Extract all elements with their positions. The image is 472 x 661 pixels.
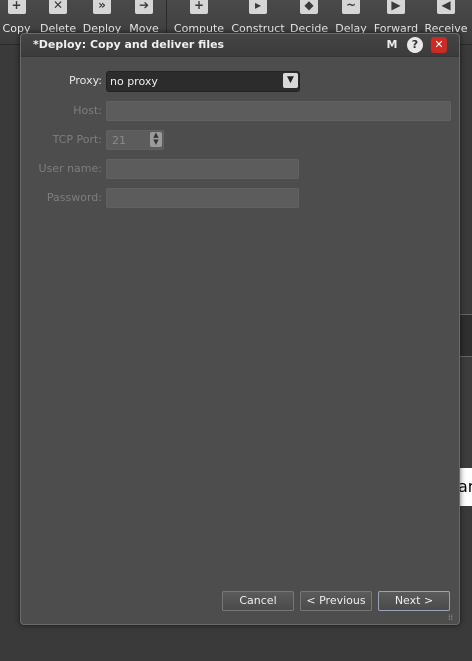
construct-icon: ▸ [249, 0, 267, 14]
proxy-row: Proxy: no proxy ▼ [21, 71, 459, 92]
password-label: Password: [46, 191, 102, 204]
tcp-port-value: 21 [112, 134, 126, 147]
previous-button[interactable]: < Previous [300, 591, 372, 611]
proxy-value: no proxy [110, 75, 158, 88]
deploy-icon: » [93, 0, 111, 14]
tcp-port-stepper[interactable]: 21 ▲ ▼ [106, 130, 164, 150]
minimize-button[interactable]: M [384, 37, 400, 53]
delay-icon: ~ [342, 0, 360, 14]
user-name-row: User name: [21, 159, 459, 179]
spin-arrows-icon[interactable]: ▲ ▼ [150, 132, 162, 147]
proxy-label: Proxy: [68, 74, 102, 87]
decide-icon: ◆ [300, 0, 318, 14]
copy-icon: + [7, 0, 26, 14]
dialog-titlebar[interactable]: *Deploy: Copy and deliver files M ? ✕ [21, 34, 459, 57]
background-pane-text: an [458, 468, 472, 506]
delete-icon: ✕ [49, 0, 67, 14]
move-icon: ➔ [135, 0, 153, 14]
dialog-title: *Deploy: Copy and deliver files [33, 38, 225, 51]
password-row: Password: [21, 188, 459, 208]
background-pane [458, 356, 472, 469]
user-name-label: User name: [38, 162, 102, 175]
resize-grip-icon[interactable]: ⁞⁞ [448, 613, 457, 622]
close-button[interactable]: ✕ [431, 37, 447, 53]
forward-icon: ▶ [387, 0, 405, 14]
next-button[interactable]: Next > [378, 591, 450, 611]
host-field[interactable] [106, 101, 451, 121]
host-label: Host: [73, 104, 102, 117]
password-field[interactable] [106, 188, 299, 208]
background-pane-header [458, 314, 472, 357]
host-row: Host: [21, 101, 459, 121]
tcp-port-label: TCP Port: [52, 133, 102, 146]
user-name-field[interactable] [106, 159, 299, 179]
deploy-dialog: *Deploy: Copy and deliver files M ? ✕ Pr… [20, 33, 460, 625]
proxy-select[interactable]: no proxy ▼ [106, 71, 300, 92]
compute-icon: + [190, 0, 208, 14]
chevron-down-icon[interactable]: ▼ [283, 73, 298, 88]
tcp-port-row: TCP Port: 21 ▲ ▼ [21, 130, 459, 150]
receive-icon: ◀ [437, 0, 455, 14]
help-button[interactable]: ? [407, 37, 423, 53]
cancel-button[interactable]: Cancel [222, 591, 294, 611]
